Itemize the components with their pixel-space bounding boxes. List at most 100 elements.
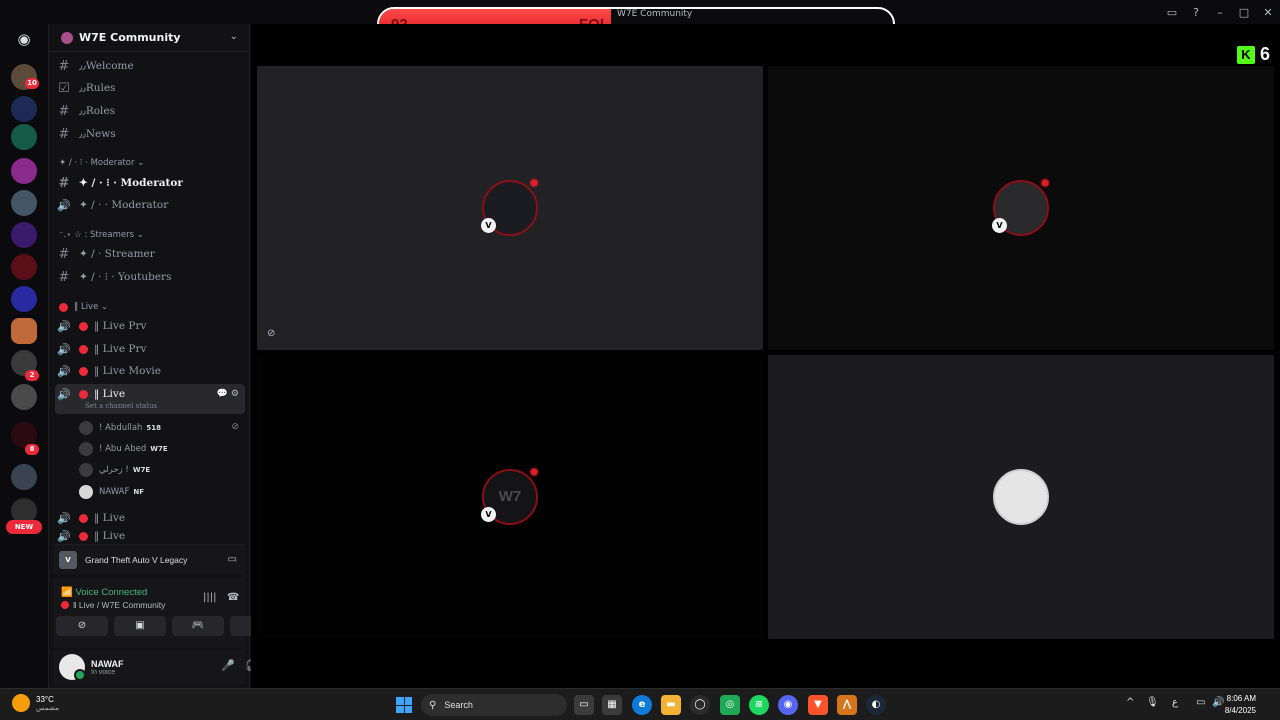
channel-label: ‖ Live Prv	[94, 320, 147, 332]
muted-icon: ⊘	[231, 422, 239, 432]
channel-live-movie[interactable]: 🔊 ‖ Live Movie	[55, 361, 245, 381]
system-clock[interactable]: 8:06 AM 8/4/2025	[1225, 693, 1256, 717]
voice-user[interactable]: NAWAF NF	[79, 483, 144, 501]
windows-start-icon[interactable]	[396, 697, 412, 713]
help-icon[interactable]: ?	[1184, 6, 1208, 19]
channel-live-prv-2[interactable]: 🔊 ‖ Live Prv	[55, 339, 245, 359]
channel-welcome[interactable]: # ٫٫Welcome	[55, 56, 245, 76]
task-view-icon[interactable]: ▭	[574, 695, 594, 715]
app-icon[interactable]: ◯	[690, 695, 710, 715]
user-name: NAWAF	[91, 658, 124, 669]
activity-panel[interactable]: V Grand Theft Auto V Legacy ▭	[53, 544, 245, 574]
user-tag: W7E	[150, 445, 168, 453]
voice-status[interactable]: 📶 Voice Connected	[61, 587, 147, 598]
server-icon[interactable]	[11, 254, 37, 280]
spotify-icon[interactable]: ≋	[749, 695, 769, 715]
user-info[interactable]: NAWAF In voice	[91, 659, 124, 676]
volume-icon[interactable]: 🔊	[1212, 697, 1224, 708]
network-icon[interactable]: ▭	[1196, 697, 1205, 708]
file-explorer-icon[interactable]: ▬	[661, 695, 681, 715]
microphone-icon[interactable]: 🎤	[221, 659, 235, 672]
activities-button[interactable]: 🎮	[172, 616, 224, 636]
category-streamers[interactable]: ⁻.⋆ ☆ : Streamers ⌄	[59, 230, 144, 240]
voice-user[interactable]: زحرلي ! W7E	[79, 461, 150, 479]
server-icon[interactable]	[11, 96, 37, 122]
guild-header[interactable]: W7E Community ⌄	[49, 24, 250, 52]
chevron-up-icon[interactable]: ^	[1126, 697, 1134, 708]
disconnect-icon[interactable]: ☎	[227, 592, 239, 603]
voice-location[interactable]: ‖ Live / W7E Community	[61, 600, 165, 610]
new-badge[interactable]: NEW	[6, 520, 42, 534]
voice-user[interactable]: ! Abu Abed W7E	[79, 440, 168, 458]
category-live[interactable]: ‖ Live ⌄	[59, 302, 108, 312]
store-icon[interactable]: ▦	[602, 695, 622, 715]
signal-icon: 📶	[61, 587, 76, 598]
category-moderator[interactable]: ✦ / · ⁝ · Moderator ⌄	[59, 158, 144, 168]
red-circle-icon	[59, 302, 68, 312]
maximize-button[interactable]: □	[1232, 6, 1256, 19]
channel-label: ‖ Live Prv	[94, 343, 147, 355]
server-icon[interactable]	[11, 124, 37, 150]
weather-widget[interactable]: 33°C مشمس	[12, 694, 59, 712]
clock-time: 8:06 AM	[1226, 694, 1256, 703]
edge-icon[interactable]: e	[632, 695, 652, 715]
verified-icon: V	[481, 507, 496, 522]
channel-youtubers[interactable]: # ✦ / · ⁝ · Youtubers	[55, 267, 245, 287]
voice-user[interactable]: ! Abdullah 518	[79, 419, 161, 437]
server-icon[interactable]	[11, 222, 37, 248]
camera-off-icon: ⊘	[267, 328, 276, 339]
brave-icon[interactable]: ▼	[808, 695, 828, 715]
minimize-button[interactable]: –	[1208, 6, 1232, 19]
speaker-icon: 🔊	[57, 364, 71, 378]
search-box[interactable]: ⚲ Search	[421, 694, 567, 716]
discord-app: 92 FOL W7E Community ▭ ? – □ ✕ ◉ 10 2 8 …	[0, 0, 1280, 688]
whatsapp-icon[interactable]: ◎	[720, 695, 740, 715]
channel-live-2[interactable]: 🔊 ‖ Live	[55, 508, 245, 528]
server-icon[interactable]	[11, 464, 37, 490]
channel-news[interactable]: # ٫٫News	[55, 124, 245, 144]
participant-tile[interactable]	[768, 355, 1274, 639]
channel-label: ٫٫Rules	[79, 82, 116, 94]
chevron-down-icon: ⌄	[229, 31, 238, 42]
close-button[interactable]: ✕	[1256, 6, 1280, 19]
channel-moderator-text[interactable]: # ✦ / · ⁝ · Moderator	[55, 173, 245, 193]
channel-roles[interactable]: # ٫٫Roles	[55, 101, 245, 121]
participant-tile[interactable]: ✹ V ⊘	[257, 66, 763, 350]
server-icon[interactable]	[11, 286, 37, 312]
server-icon[interactable]	[11, 384, 37, 410]
channel-live-3[interactable]: 🔊 ‖ Live	[55, 530, 245, 542]
channel-live-active[interactable]: 🔊 ‖ Live Set a channel status 💬 ⚙	[55, 384, 245, 414]
verified-icon: V	[992, 218, 1007, 233]
discord-icon[interactable]: ◉	[778, 695, 798, 715]
app-icon[interactable]: ⋀	[837, 695, 857, 715]
screen-share-button[interactable]: ▣	[114, 616, 166, 636]
channel-rules[interactable]: ☑ ٫٫Rules	[55, 78, 245, 98]
guild-name: W7E Community	[79, 31, 181, 44]
server-icon[interactable]	[11, 190, 37, 216]
avatar[interactable]	[59, 654, 86, 681]
channel-label: ✦ / · ⁝ · Moderator	[79, 177, 183, 189]
chat-and-invite-icons[interactable]: 💬 ⚙	[217, 389, 239, 399]
kick-viewer-count: K 6	[1236, 44, 1270, 65]
channel-status-prompt[interactable]: Set a channel status	[85, 402, 157, 410]
user-tag: 518	[146, 424, 162, 432]
channel-live-prv-1[interactable]: 🔊 ‖ Live Prv	[55, 316, 245, 336]
avatar	[993, 469, 1049, 525]
channel-streamer[interactable]: # ✦ / · Streamer	[55, 244, 245, 264]
kick-count: 6	[1259, 44, 1270, 64]
stream-icon[interactable]: ▭	[228, 554, 237, 565]
server-icon[interactable]	[11, 158, 37, 184]
user-tag: NF	[133, 488, 144, 496]
voice-user-name: زحرلي !	[99, 465, 129, 475]
input-language[interactable]: ع	[1172, 697, 1178, 708]
server-icon[interactable]	[11, 318, 37, 344]
noise-suppression-icon[interactable]: ||||	[203, 592, 216, 603]
channel-moderator-voice[interactable]: 🔊 ✦ / · · Moderator	[55, 195, 245, 215]
microphone-icon[interactable]: 🎙	[1146, 697, 1159, 708]
steam-icon[interactable]: ◐	[866, 695, 886, 715]
participant-tile[interactable]: W7 ✹ V	[257, 355, 763, 639]
camera-off-button[interactable]: ⊘	[56, 616, 108, 636]
inbox-icon[interactable]: ▭	[1160, 6, 1184, 19]
discord-home-icon[interactable]: ◉	[11, 26, 37, 52]
participant-tile[interactable]: ✹ V	[768, 66, 1274, 350]
